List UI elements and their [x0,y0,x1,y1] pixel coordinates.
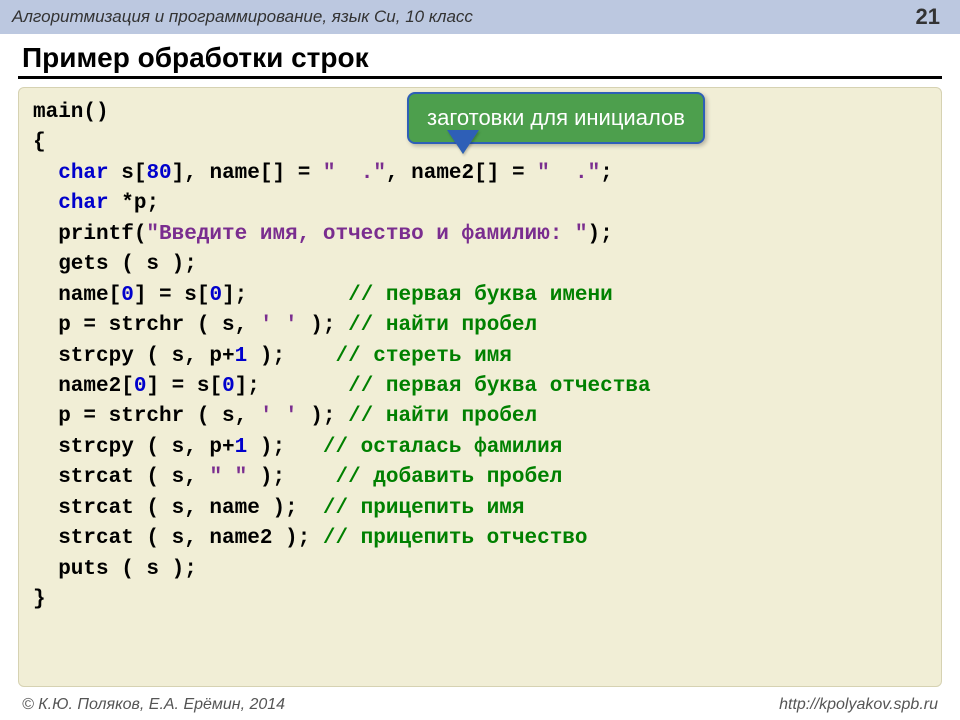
subject-label: Алгоритмизация и программирование, язык … [12,7,473,27]
slide-title: Пример обработки строк [22,42,960,74]
footer: © К.Ю. Поляков, Е.А. Ерёмин, 2014 http:/… [0,696,960,714]
title-underline [18,76,942,79]
page-number: 21 [916,4,948,30]
footer-url: http://kpolyakov.spb.ru [779,696,938,714]
callout-tail [449,132,477,154]
footer-authors: © К.Ю. Поляков, Е.А. Ерёмин, 2014 [22,696,285,714]
header-bar: Алгоритмизация и программирование, язык … [0,0,960,34]
code-block: main() { char s[80], name[] = " .", name… [18,87,942,687]
